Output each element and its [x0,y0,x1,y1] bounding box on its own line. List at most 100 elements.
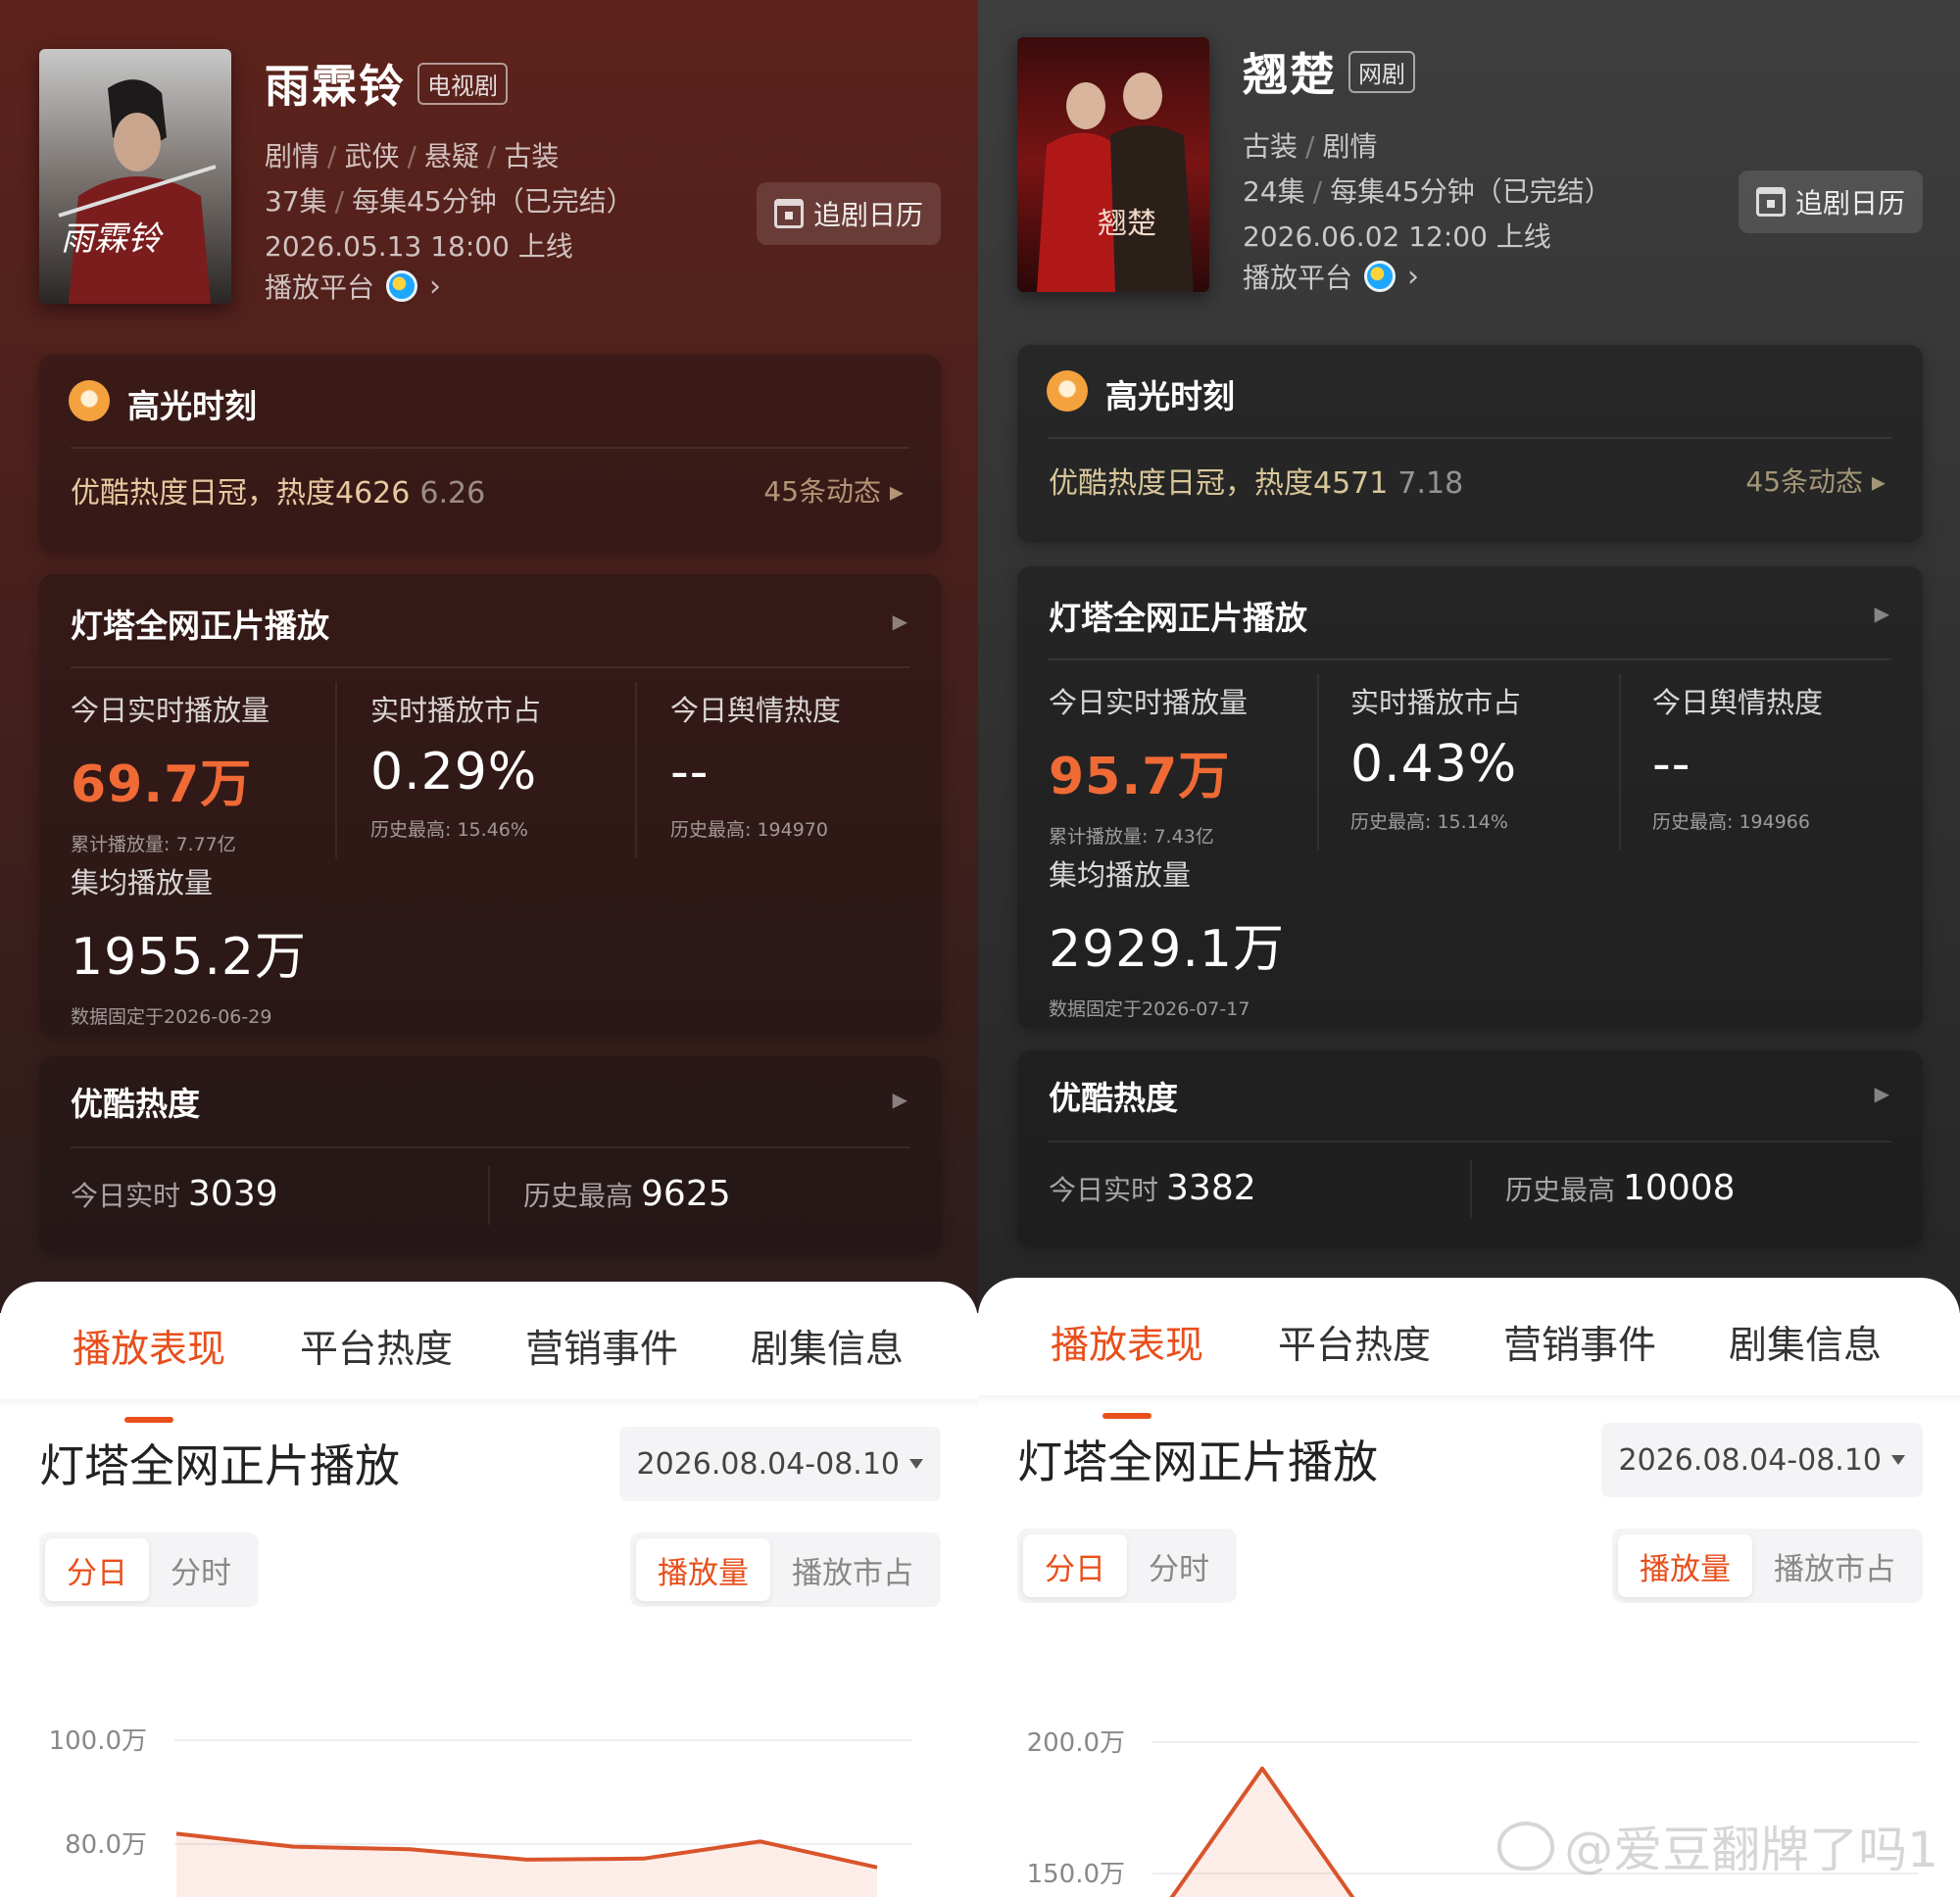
tab-play-performance[interactable]: 播放表现 [1051,1315,1203,1370]
highlight-count-link[interactable]: 45条动态 ▸ [1745,461,1886,500]
stat-avg-plays: 集均播放量 1955.2万 数据固定于2026-06-29 [71,860,463,1029]
play-arrow-icon[interactable]: ▶ [893,1088,907,1111]
detail-sheet: 播放表现 平台热度 营销事件 剧集信息 灯塔全网正片播放 2026.08.04-… [0,1282,978,1897]
divider [71,447,909,449]
tab-marketing-events[interactable]: 营销事件 [1503,1315,1656,1370]
divider [1049,658,1891,660]
tab-episode-info[interactable]: 剧集信息 [1729,1315,1882,1370]
stat-label: 实时播放市占 [370,694,542,727]
heat-today: 今日实时 3382 [1049,1168,1256,1208]
release-time: 2026.05.13 18:00 上线 [265,230,573,263]
caret-down-icon [1891,1455,1905,1465]
heat-today: 今日实时 3039 [71,1174,278,1214]
highlight-date: 6.26 [419,476,486,511]
calendar-icon [1755,187,1786,217]
time-granularity-toggle: 分日 分时 [39,1532,259,1607]
plays-card[interactable]: 灯塔全网正片播放 ▶ 今日实时播放量 95.7万 累计播放量: 7.43亿 实时… [1017,566,1923,1029]
stat-daily-plays: 今日实时播放量 95.7万 累计播放量: 7.43亿 [1049,680,1323,849]
calendar-button[interactable]: 追剧日历 [1739,170,1923,233]
drama-poster[interactable]: 翘楚 [1017,37,1209,292]
drama-title-text: 翘楚 [1243,48,1337,101]
seg-daily[interactable]: 分日 [1023,1534,1127,1597]
stat-value: 2929.1万 [1049,920,1285,979]
seg-market-share[interactable]: 播放市占 [1752,1534,1917,1597]
stat-value: 1955.2万 [71,928,307,987]
chevron-right-icon: › [1407,259,1420,294]
heat-max-label: 历史最高 [523,1180,634,1212]
seg-daily[interactable]: 分日 [45,1538,149,1601]
stat-daily-plays: 今日实时播放量 69.7万 累计播放量: 7.77亿 [71,688,345,856]
stat-label: 集均播放量 [1049,858,1192,892]
stat-market-share: 实时播放市占 0.29% 历史最高: 15.46% [370,688,645,842]
y-tick-label: 150.0万 [1027,1860,1125,1889]
stat-label: 今日实时播放量 [71,694,270,727]
section-title: 灯塔全网正片播放 [1017,1435,1378,1488]
episode-line: 24集 / 每集45分钟（已完结） [1243,175,1612,208]
seg-plays[interactable]: 播放量 [636,1538,770,1601]
metric-toggle: 播放量 播放市占 [630,1532,941,1607]
section-title: 灯塔全网正片播放 [39,1439,400,1492]
calendar-button-label: 追剧日历 [812,199,923,231]
divider [978,1395,1960,1405]
drama-type-tag: 网剧 [1348,51,1415,93]
plays-card[interactable]: 灯塔全网正片播放 ▶ 今日实时播放量 69.7万 累计播放量: 7.77亿 实时… [39,574,941,1035]
highlight-icon [69,380,110,421]
episode-info: 每集45分钟（已完结） [352,185,634,218]
highlight-title: 高光时刻 [127,387,257,425]
plays-chart: 100.0万 80.0万 [49,1727,911,1897]
youku-platform-icon [386,270,418,302]
stat-label: 今日舆情热度 [1652,686,1824,719]
highlight-card[interactable]: 高光时刻 优酷热度日冠，热度4626 6.26 45条动态 ▸ [39,355,941,553]
highlight-count: 45条动态 [763,475,882,508]
divider [1317,674,1319,851]
genre: 武侠 [344,140,400,172]
tab-episode-info[interactable]: 剧集信息 [751,1319,904,1374]
tab-platform-heat[interactable]: 平台热度 [300,1319,453,1374]
calendar-button-label: 追剧日历 [1794,187,1905,219]
stat-sub: 历史最高: 194970 [670,819,828,841]
play-arrow-icon[interactable]: ▶ [1875,1082,1889,1105]
highlight-content: 优酷热度日冠，热度4571 [1049,466,1389,501]
divider [1470,1160,1472,1219]
platform-label: 播放平台 [265,271,375,304]
date-range-value: 2026.08.04-08.10 [636,1446,900,1482]
drama-poster[interactable]: 雨霖铃 [39,49,231,304]
youku-heat-card[interactable]: 优酷热度 ▶ 今日实时 3039 历史最高 9625 [39,1056,941,1252]
weibo-watermark: @爱豆翻牌了吗1 [1497,1811,1938,1881]
divider [1619,674,1621,851]
youku-heat-card[interactable]: 优酷热度 ▶ 今日实时 3382 历史最高 10008 [1017,1050,1923,1246]
detail-sheet: 播放表现 平台热度 营销事件 剧集信息 灯塔全网正片播放 2026.08.04-… [978,1278,1960,1897]
stat-sub: 累计播放量: 7.43亿 [1049,826,1214,848]
calendar-button[interactable]: 追剧日历 [757,182,941,245]
platform-link[interactable]: 播放平台 › [1243,257,1419,296]
date-range-select[interactable]: 2026.08.04-08.10 [618,1427,941,1501]
watermark-text: @爱豆翻牌了吗1 [1564,1822,1938,1878]
play-arrow-icon[interactable]: ▶ [1875,602,1889,625]
tab-play-performance[interactable]: 播放表现 [73,1319,225,1374]
drama-title: 雨霖铃 电视剧 [265,51,508,116]
stat-sub: 历史最高: 15.46% [370,819,528,841]
play-arrow-icon[interactable]: ▶ [893,609,907,633]
episode-info: 每集45分钟（已完结） [1330,175,1612,208]
seg-hourly[interactable]: 分时 [149,1538,253,1601]
seg-market-share[interactable]: 播放市占 [770,1538,935,1601]
highlight-count-link[interactable]: 45条动态 ▸ [763,470,904,510]
drama-panel-right: 翘楚 翘楚 网剧 古装 / 剧情 24集 / 每集45分钟（已完结） 2026.06.02… [978,0,1960,1897]
divider [1049,437,1891,439]
platform-link[interactable]: 播放平台 › [265,267,441,306]
seg-hourly[interactable]: 分时 [1127,1534,1231,1597]
highlight-card[interactable]: 高光时刻 优酷热度日冠，热度4571 7.18 45条动态 ▸ [1017,345,1923,543]
heat-today-label: 今日实时 [71,1180,181,1212]
date-range-select[interactable]: 2026.08.04-08.10 [1600,1423,1923,1497]
drama-header-area: 翘楚 翘楚 网剧 古装 / 剧情 24集 / 每集45分钟（已完结） 2026.06.02… [978,0,1960,1313]
platform-label: 播放平台 [1243,262,1353,294]
tab-marketing-events[interactable]: 营销事件 [525,1319,678,1374]
heat-max-value: 9625 [641,1174,731,1214]
stat-value: -- [1652,735,1691,794]
episode-count: 37集 [265,185,327,218]
stat-sub: 数据固定于2026-07-17 [1049,998,1250,1020]
heat-today-value: 3039 [188,1174,278,1214]
tab-platform-heat[interactable]: 平台热度 [1278,1315,1431,1370]
y-tick-label: 80.0万 [65,1830,147,1860]
seg-plays[interactable]: 播放量 [1618,1534,1752,1597]
